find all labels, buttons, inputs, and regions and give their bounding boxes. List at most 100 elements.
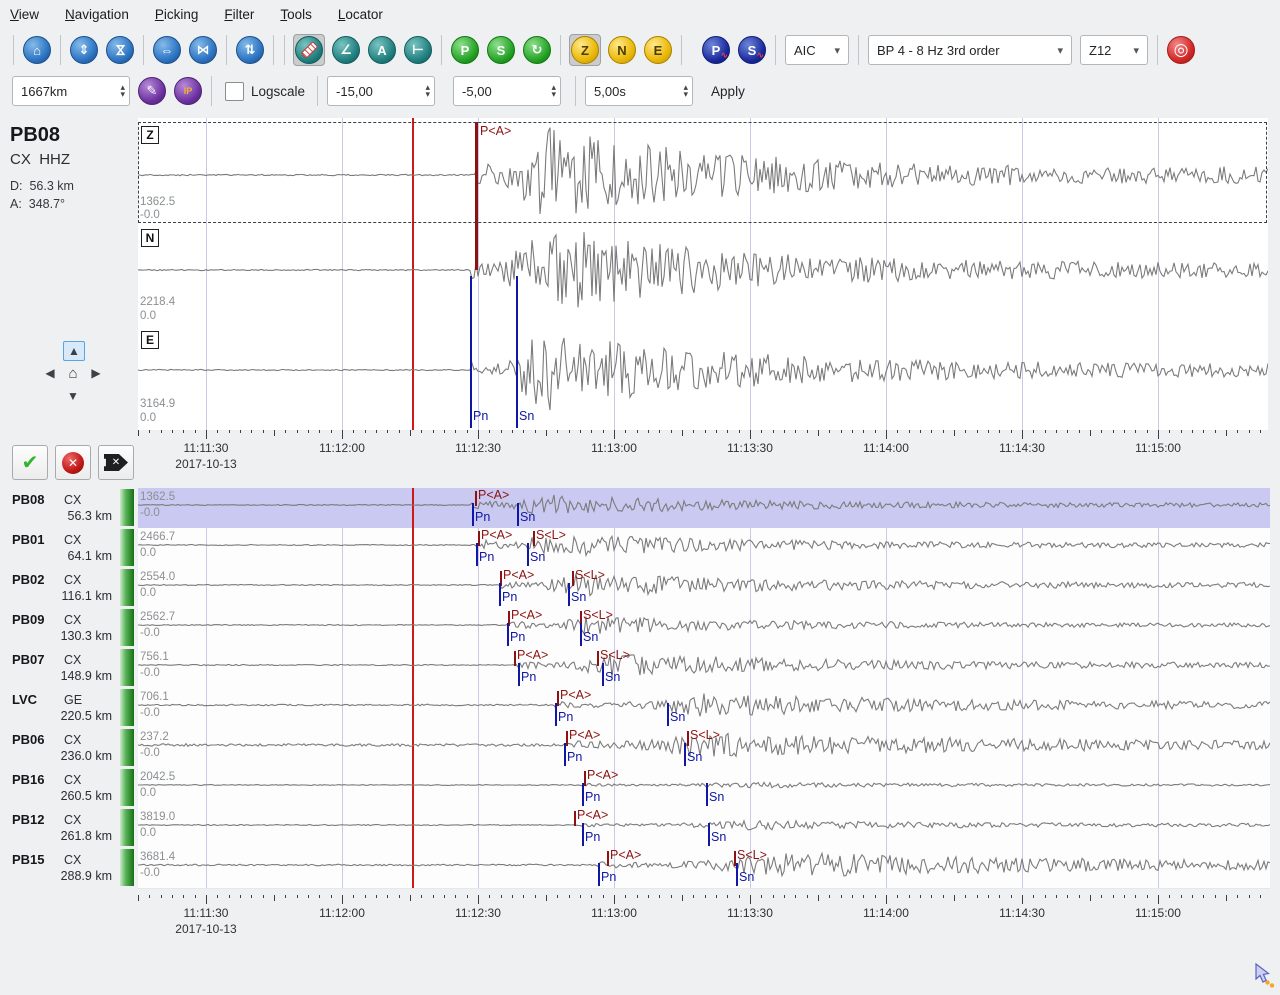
amplitude-compress-button[interactable]: ⋈ — [105, 35, 135, 65]
pn-pick-marker[interactable] — [582, 783, 584, 806]
trace-area[interactable]: 756.1-0.0P<A>S<L>PnSn — [138, 648, 1270, 689]
nav-down-button[interactable]: ▼ — [63, 387, 83, 405]
trace-area[interactable]: 2466.70.0P<A>S<L>PnSn — [138, 528, 1270, 569]
time-window-spinbox[interactable]: 5,00s ▴▾ — [585, 76, 693, 106]
p-pick-marker[interactable] — [557, 691, 559, 706]
menu-item-picking[interactable]: Picking — [155, 7, 199, 22]
pn-pick-marker[interactable] — [582, 823, 584, 846]
picker-settings-button[interactable]: ✎ — [137, 76, 167, 106]
pick-p-button[interactable]: P∿ — [701, 35, 731, 65]
station-row[interactable]: PB01CX64.1 km2466.70.0P<A>S<L>PnSn — [0, 528, 1280, 568]
default-zoom-button[interactable]: ⇅ — [235, 35, 265, 65]
trace-area[interactable]: 1362.5-0.0P<A>PnSn — [138, 488, 1270, 529]
amp-min-spinbox[interactable]: -15,00 ▴▾ — [327, 76, 435, 106]
sn-pick-marker[interactable] — [580, 623, 582, 646]
p-pick-marker[interactable] — [478, 531, 480, 546]
time-expand-button[interactable]: ⇔ — [152, 35, 182, 65]
time-compress-button[interactable]: ⋈ — [188, 35, 218, 65]
menu-item-filter[interactable]: Filter — [224, 7, 254, 22]
relocate-button[interactable]: ◎ — [1166, 35, 1196, 65]
trace-area[interactable]: 3819.00.0P<A>PnSn — [138, 808, 1270, 849]
p-pick-marker[interactable] — [607, 851, 609, 866]
sn-pick-marker[interactable] — [527, 543, 529, 566]
station-row[interactable]: PB06CX236.0 km237.2-0.0P<A>S<L>PnSn — [0, 728, 1280, 768]
p-pick-marker[interactable] — [566, 731, 568, 746]
s-pick-marker[interactable] — [533, 531, 535, 546]
pn-pick-marker[interactable] — [499, 583, 501, 606]
station-row[interactable]: PB09CX130.3 km2562.7-0.0P<A>S<L>PnSn — [0, 608, 1280, 648]
component-n-button[interactable]: N — [607, 35, 637, 65]
pn-pick-marker[interactable] — [555, 703, 557, 726]
station-row[interactable]: PB16CX260.5 km2042.50.0P<A>PnSn — [0, 768, 1280, 808]
p-pick-marker[interactable] — [475, 122, 478, 270]
trace-area[interactable]: 706.1-0.0P<A>PnSn — [138, 688, 1270, 729]
menu-item-navigation[interactable]: Navigation — [65, 7, 129, 22]
trace-area[interactable]: 2042.50.0P<A>PnSn — [138, 768, 1270, 809]
trace-area[interactable]: 3681.4-0.0P<A>S<L>PnSn — [138, 848, 1270, 889]
station-row[interactable]: LVCGE220.5 km706.1-0.0P<A>PnSn — [0, 688, 1280, 728]
align-on-s-button[interactable]: S — [486, 35, 516, 65]
s-pick-marker[interactable] — [597, 651, 599, 666]
nav-left-button[interactable]: ◀ — [40, 364, 60, 382]
p-pick-marker[interactable] — [514, 651, 516, 666]
sn-pick-marker[interactable] — [516, 276, 518, 428]
component-z-button[interactable]: Z — [569, 34, 601, 66]
nav-right-button[interactable]: ▶ — [86, 364, 106, 382]
window-length-spinbox[interactable]: 1667km ▴▾ — [12, 76, 130, 106]
home-view-button[interactable]: ⌂ — [22, 35, 52, 65]
reject-picks-button[interactable]: ✕ — [55, 445, 91, 480]
s-pick-marker[interactable] — [572, 571, 574, 586]
sn-pick-marker[interactable] — [602, 663, 604, 686]
p-pick-marker[interactable] — [584, 771, 586, 786]
sn-pick-marker[interactable] — [568, 583, 570, 606]
pn-pick-marker[interactable] — [470, 276, 472, 428]
station-row[interactable]: PB12CX261.8 km3819.00.0P<A>PnSn — [0, 808, 1280, 848]
amp-max-spinbox[interactable]: -5,00 ▴▾ — [453, 76, 561, 106]
component-trace-panel[interactable]: Z1362.5-0.0N2218.40.0E3164.90.0P<A>PnSn — [138, 118, 1268, 430]
pick-s-button[interactable]: S∿ — [737, 35, 767, 65]
menu-item-view[interactable]: View — [10, 7, 39, 22]
sn-pick-marker[interactable] — [706, 783, 708, 806]
nav-up-button[interactable]: ▲ — [63, 341, 85, 361]
spinner-arrows-icon[interactable]: ▴▾ — [418, 84, 431, 98]
pn-pick-marker[interactable] — [564, 743, 566, 766]
pn-pick-marker[interactable] — [518, 663, 520, 686]
spinner-arrows-icon[interactable]: ▴▾ — [112, 84, 125, 98]
spinner-arrows-icon[interactable]: ▴▾ — [676, 84, 689, 98]
sn-pick-marker[interactable] — [517, 503, 519, 526]
menu-item-tools[interactable]: Tools — [280, 7, 312, 22]
p-pick-marker[interactable] — [574, 811, 576, 826]
ruler-tool-button[interactable] — [293, 34, 325, 66]
trace-area[interactable]: 2562.7-0.0P<A>S<L>PnSn — [138, 608, 1270, 649]
picker-dropdown[interactable]: AIC▾ — [785, 35, 849, 65]
trace-area[interactable]: 237.2-0.0P<A>S<L>PnSn — [138, 728, 1270, 769]
p-pick-marker[interactable] — [475, 491, 477, 506]
ip-config-button[interactable]: IP — [173, 76, 203, 106]
pn-pick-marker[interactable] — [472, 503, 474, 526]
station-row[interactable]: PB02CX116.1 km2554.00.0P<A>S<L>PnSn — [0, 568, 1280, 608]
filter-dropdown[interactable]: BP 4 - 8 Hz 3rd order▾ — [868, 35, 1072, 65]
nav-home-button[interactable]: ⌂ — [63, 364, 83, 382]
sn-pick-marker[interactable] — [708, 823, 710, 846]
accept-picks-button[interactable]: ✔ — [12, 445, 48, 480]
s-pick-marker[interactable] — [687, 731, 689, 746]
sn-pick-marker[interactable] — [684, 743, 686, 766]
align-tool-button[interactable]: ⊢ — [403, 35, 433, 65]
logscale-checkbox[interactable] — [225, 82, 244, 101]
sn-pick-marker[interactable] — [736, 863, 738, 886]
station-row[interactable]: PB15CX288.9 km3681.4-0.0P<A>S<L>PnSn — [0, 848, 1280, 888]
annotation-tool-button[interactable]: A — [367, 35, 397, 65]
menu-item-locator[interactable]: Locator — [338, 7, 383, 22]
station-row[interactable]: PB08CX56.3 km1362.5-0.0P<A>PnSn — [0, 488, 1280, 528]
amplitude-zoom-button[interactable]: ⇕ — [69, 35, 99, 65]
sn-pick-marker[interactable] — [667, 703, 669, 726]
trace-area[interactable]: 2554.00.0P<A>S<L>PnSn — [138, 568, 1270, 609]
pn-pick-marker[interactable] — [476, 543, 478, 566]
spinner-arrows-icon[interactable]: ▴▾ — [544, 84, 557, 98]
skip-station-button[interactable]: ✕ — [98, 445, 134, 480]
apply-button[interactable]: Apply — [711, 84, 745, 99]
component-e-button[interactable]: E — [643, 35, 673, 65]
angle-tool-button[interactable]: ∠ — [331, 35, 361, 65]
align-on-p-button[interactable]: P — [450, 35, 480, 65]
pn-pick-marker[interactable] — [507, 623, 509, 646]
